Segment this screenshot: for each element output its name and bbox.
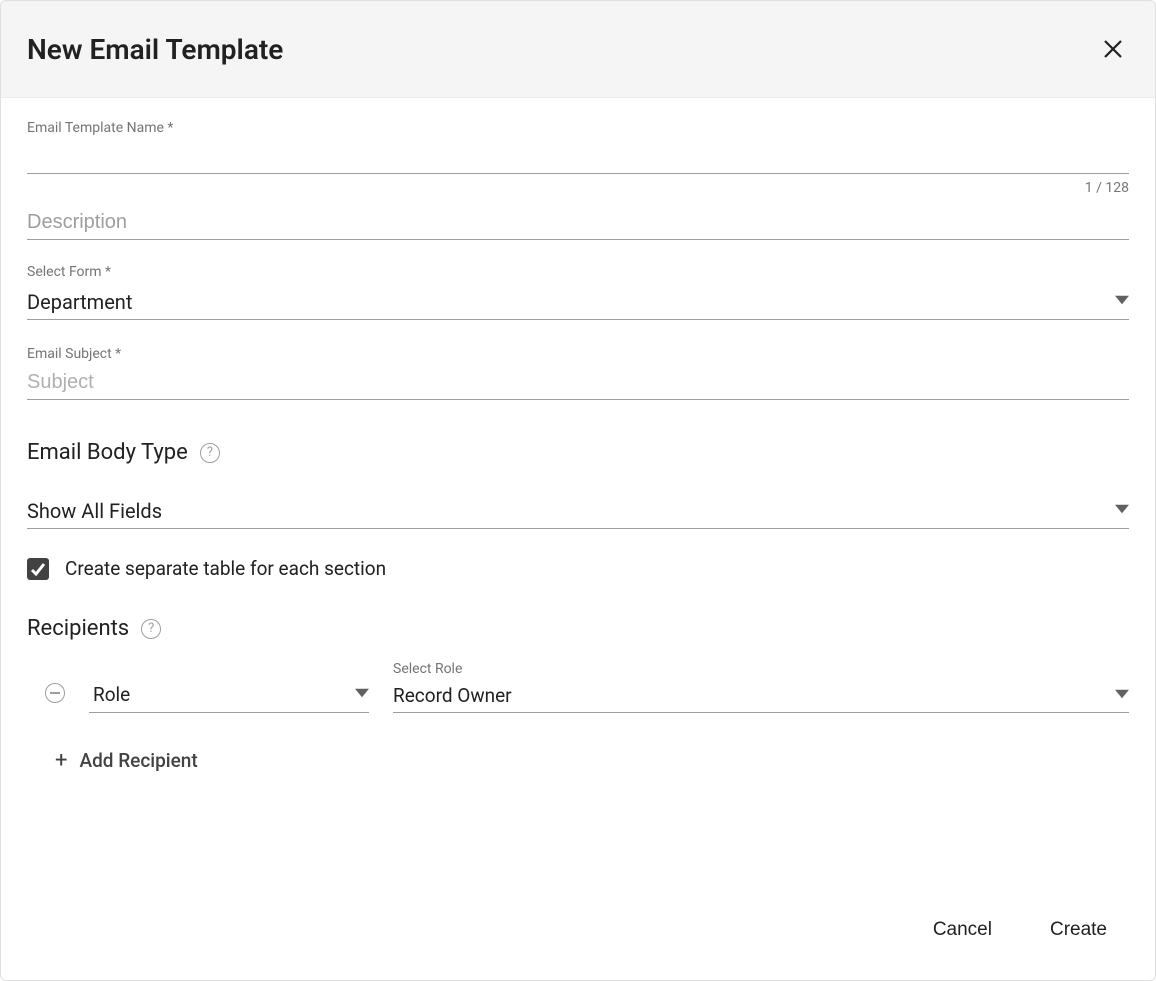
email-subject-field: Email Subject * xyxy=(27,346,1129,400)
chevron-down-icon xyxy=(1115,686,1129,705)
template-name-counter: 1 / 128 xyxy=(27,180,1129,196)
recipients-heading-row: Recipients ? xyxy=(27,616,1129,641)
plus-icon: + xyxy=(55,750,67,772)
create-button[interactable]: Create xyxy=(1050,919,1107,941)
check-icon xyxy=(30,561,46,577)
add-recipient-button[interactable]: + Add Recipient xyxy=(55,749,1129,772)
recipient-role-value: Record Owner xyxy=(393,684,512,707)
separate-table-checkbox[interactable] xyxy=(27,558,49,580)
recipient-type-field: Role xyxy=(89,677,369,713)
remove-recipient-button[interactable] xyxy=(45,683,65,703)
help-icon[interactable]: ? xyxy=(200,443,220,463)
email-body-type-heading-row: Email Body Type ? xyxy=(27,440,1129,465)
select-form-field: Select Form * Department xyxy=(27,264,1129,320)
template-name-label: Email Template Name * xyxy=(27,120,1129,136)
close-button[interactable] xyxy=(1097,33,1129,65)
cancel-button[interactable]: Cancel xyxy=(933,919,992,941)
select-form-label: Select Form * xyxy=(27,264,1129,280)
new-email-template-dialog: New Email Template Email Template Name *… xyxy=(0,0,1156,981)
show-all-fields-value: Show All Fields xyxy=(27,499,162,523)
email-subject-input[interactable] xyxy=(27,366,1129,400)
chevron-down-icon xyxy=(1115,292,1129,311)
dialog-footer: Cancel Create xyxy=(1,880,1155,980)
recipients-heading: Recipients xyxy=(27,616,129,641)
recipient-row: Role Select Role Record Owner xyxy=(45,661,1129,713)
select-form-value: Department xyxy=(27,290,132,314)
close-icon xyxy=(1101,37,1125,61)
recipient-role-label: Select Role xyxy=(393,661,1129,677)
recipient-role-dropdown[interactable]: Record Owner xyxy=(393,679,1129,713)
add-recipient-label: Add Recipient xyxy=(79,749,197,772)
show-all-fields-field: Show All Fields xyxy=(27,493,1129,529)
email-body-type-heading: Email Body Type xyxy=(27,440,188,465)
select-form-dropdown[interactable]: Department xyxy=(27,284,1129,320)
chevron-down-icon xyxy=(1115,501,1129,520)
recipient-type-value: Role xyxy=(89,683,130,706)
template-name-field: Email Template Name * 1 / 128 xyxy=(27,120,1129,196)
description-input[interactable] xyxy=(27,206,1129,240)
description-field xyxy=(27,206,1129,240)
template-name-input[interactable] xyxy=(27,140,1129,174)
recipient-role-field: Select Role Record Owner xyxy=(393,661,1129,713)
recipient-type-dropdown[interactable]: Role xyxy=(89,677,369,713)
separate-table-label: Create separate table for each section xyxy=(65,557,386,580)
show-all-fields-dropdown[interactable]: Show All Fields xyxy=(27,493,1129,529)
minus-icon xyxy=(50,692,60,694)
separate-table-checkbox-row: Create separate table for each section xyxy=(27,557,1129,580)
dialog-header: New Email Template xyxy=(1,1,1155,98)
email-subject-label: Email Subject * xyxy=(27,346,1129,362)
help-icon[interactable]: ? xyxy=(141,619,161,639)
chevron-down-icon xyxy=(355,685,369,704)
dialog-body: Email Template Name * 1 / 128 Select For… xyxy=(1,98,1155,880)
dialog-title: New Email Template xyxy=(27,33,283,66)
